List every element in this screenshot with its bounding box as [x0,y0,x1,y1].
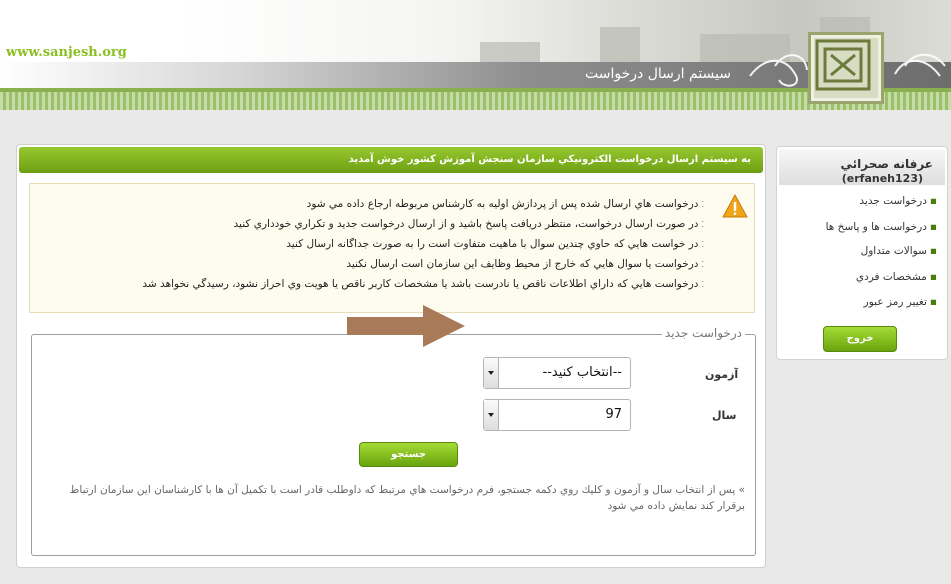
sidebar-item-requests-answers[interactable]: ▪درخواست ها و پاسخ ها [787,221,937,233]
bullet-icon: ▪ [929,296,937,308]
page-header: www.sanjesh.org سیستم ارسال درخواست [0,0,951,110]
fieldset-legend: درخواست جديد [661,326,745,340]
chevron-down-icon[interactable] [484,358,499,388]
sidebar-item-faq[interactable]: ▪سوالات متداول [787,245,937,257]
arrow-right-icon [347,305,465,347]
search-button[interactable]: جستجو [359,442,458,467]
logout-button[interactable]: خروج [823,326,897,352]
notice-box: ⁚درخواست هاي ارسال شده پس از پردازش اولي… [29,183,755,313]
user-name: عرفانه صحرائي [840,157,933,171]
sidebar: عرفانه صحرائي (erfaneh123) ▪درخواست جديد… [776,146,948,360]
year-label: سال [712,409,737,422]
user-info: عرفانه صحرائي (erfaneh123) [779,149,945,185]
sidebar-item-new-request[interactable]: ▪درخواست جديد [787,195,937,207]
exam-label: آزمون [705,368,739,381]
bullet-icon: ▪ [929,271,937,283]
sanjesh-logo [808,32,884,104]
welcome-text: به سيستم ارسال درخواست الكترونيكي سازمان… [348,154,751,165]
sidebar-item-profile[interactable]: ▪مشخصات فردي [787,271,937,283]
notice-item: ⁚در صورت ارسال درخواست، منتظر دريافت پاس… [233,218,704,230]
notice-item: ⁚درخواست هاي ارسال شده پس از پردازش اولي… [306,198,704,210]
year-select-value: 97 [605,407,622,422]
sidebar-item-change-password[interactable]: ▪تغيير رمز عبور [787,296,937,308]
main-panel: به سيستم ارسال درخواست الكترونيكي سازمان… [16,144,766,568]
logo-emblem-icon [815,39,871,91]
notice-item: ⁚درخواست هايي كه داراي اطلاعات ناقص يا ن… [142,278,704,290]
chevron-down-icon[interactable] [484,400,499,430]
notice-item: ⁚در خواست هايي كه حاوي چندين سوال با ماه… [286,238,704,250]
year-select[interactable]: 97 [483,399,631,431]
notice-item: ⁚درخواست يا سوال هايي كه خارج از محيط وظ… [346,258,704,270]
bullet-icon: ▪ [929,245,937,257]
exam-select[interactable]: --انتخاب كنيد-- [483,357,631,389]
site-url: www.sanjesh.org [6,45,127,60]
warning-icon [722,194,748,218]
bullet-icon: ▪ [929,195,937,207]
exam-select-value: --انتخاب كنيد-- [542,365,623,380]
user-id: (erfaneh123) [841,172,923,185]
help-text: » پس از انتخاب سال و آزمون و كليك روي دك… [69,484,745,512]
bullet-icon: ▪ [929,221,937,233]
welcome-bar: به سيستم ارسال درخواست الكترونيكي سازمان… [19,147,763,173]
page-title: سیستم ارسال درخواست [585,66,731,82]
new-request-fieldset: درخواست جديد آزمون --انتخاب كنيد-- سال 9… [31,326,756,556]
